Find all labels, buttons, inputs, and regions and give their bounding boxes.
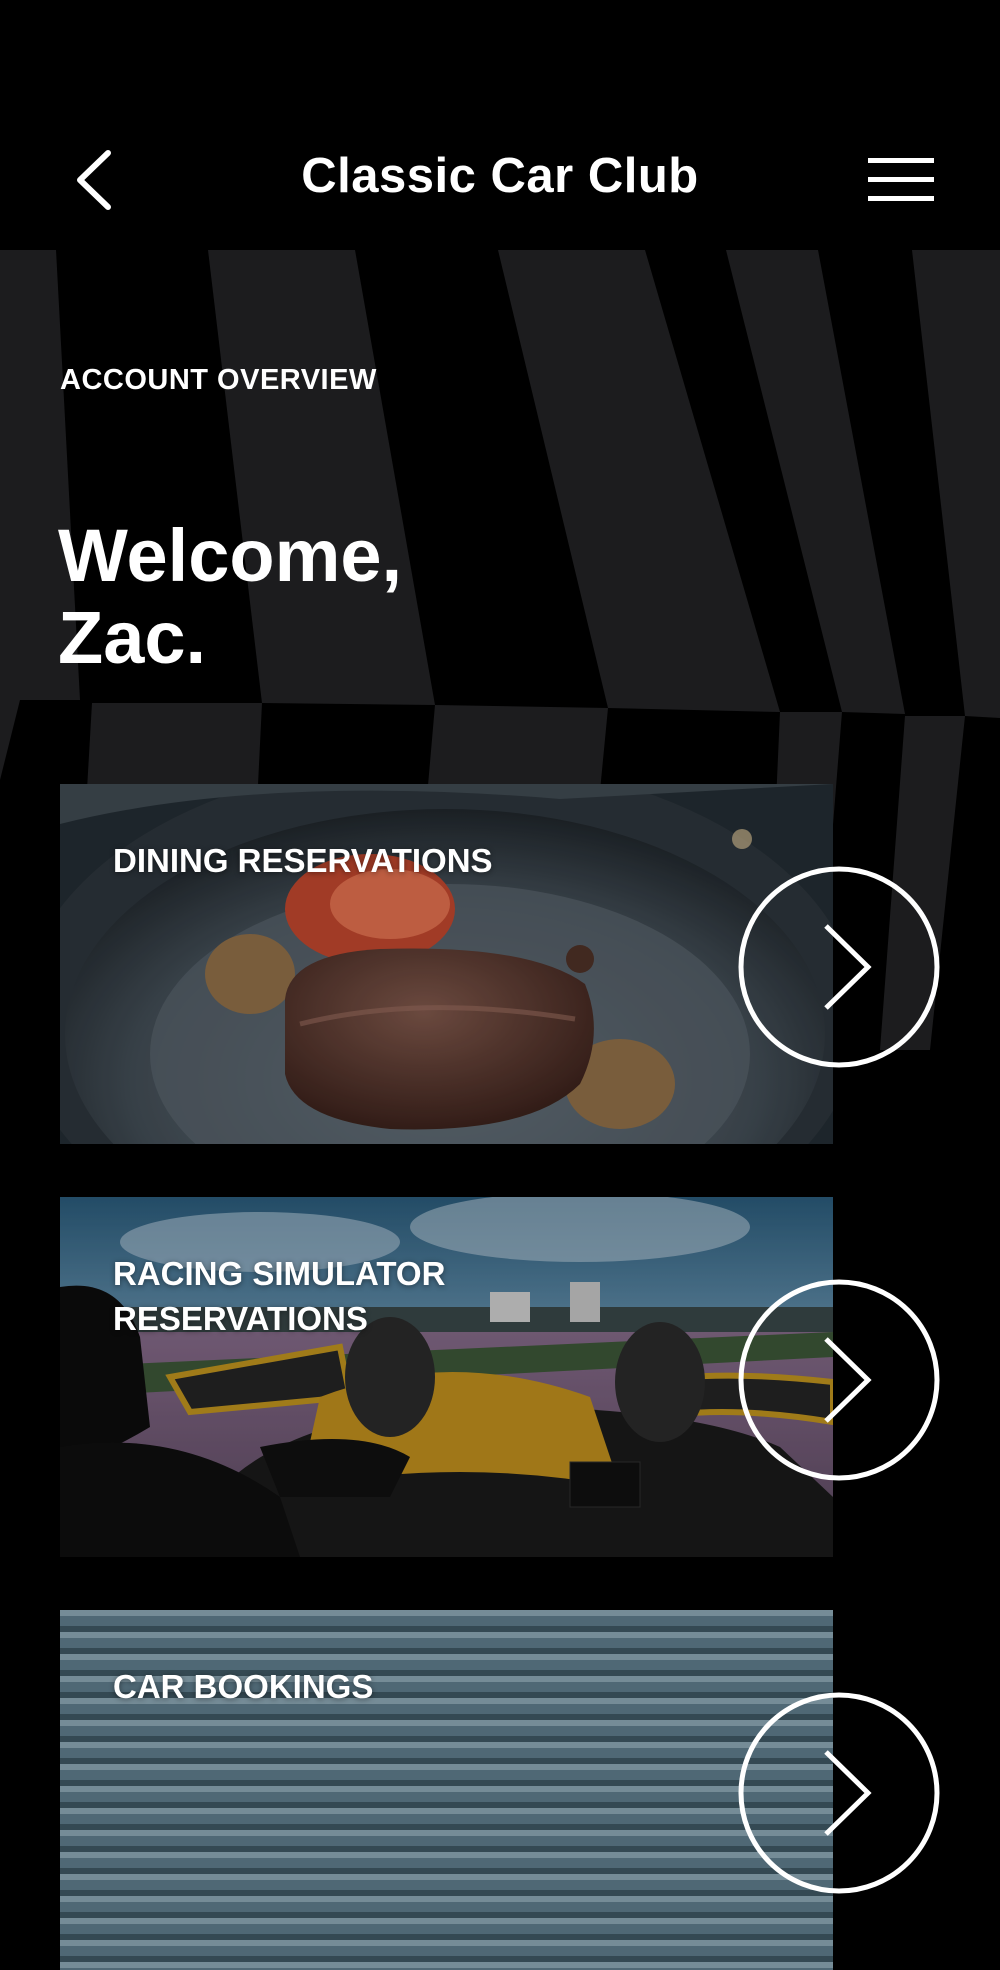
racing-simulator-label-line2: RESERVATIONS [113,1300,368,1337]
hamburger-menu-icon [868,158,934,201]
welcome-username: Zac. [58,596,207,679]
racing-simulator-arrow-button[interactable] [738,1279,940,1481]
car-bookings-card[interactable]: CAR BOOKINGS [60,1610,833,1970]
dining-reservations-card[interactable]: DINING RESERVATIONS [60,784,833,1144]
welcome-greeting: Welcome, [58,514,403,597]
app-header: Classic Car Club [0,0,1000,250]
account-overview-heading: ACCOUNT OVERVIEW [60,364,377,396]
chevron-right-circle-icon [738,866,940,1068]
chevron-right-circle-icon [738,1692,940,1894]
welcome-message: Welcome, Zac. [58,515,558,679]
racing-simulator-reservations-card[interactable]: RACING SIMULATOR RESERVATIONS [60,1197,833,1557]
chevron-right-circle-icon [738,1279,940,1481]
car-bookings-label: CAR BOOKINGS [113,1668,374,1705]
car-bookings-arrow-button[interactable] [738,1692,940,1894]
app-title: Classic Car Club [301,149,699,203]
menu-button[interactable] [868,156,934,204]
dining-reservations-label: DINING RESERVATIONS [113,842,493,879]
racing-simulator-reservations-label: RACING SIMULATOR RESERVATIONS [113,1251,673,1341]
racing-simulator-label-line1: RACING SIMULATOR [113,1255,446,1292]
dining-reservations-arrow-button[interactable] [738,866,940,1068]
